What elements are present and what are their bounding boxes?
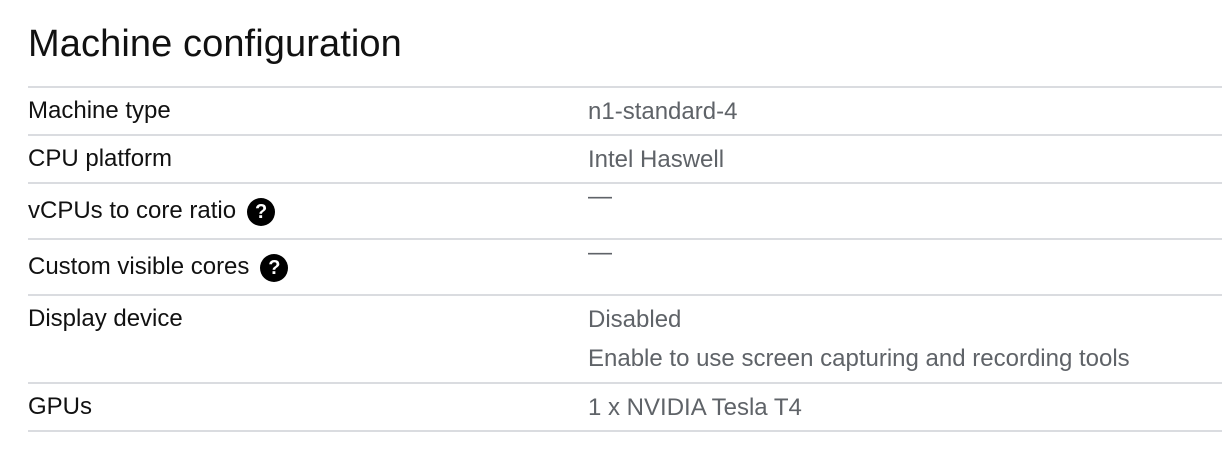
custom-visible-cores-value: —	[588, 239, 612, 266]
help-circle-icon[interactable]: ?	[260, 254, 289, 282]
row-label: Display device	[28, 296, 588, 382]
row-value: Intel Haswell	[588, 136, 1222, 182]
custom-visible-cores-label: Custom visible cores	[28, 253, 250, 280]
display-device-value: Disabled	[588, 306, 682, 333]
row-label: vCPUs to core ratio ?	[28, 184, 588, 238]
row-cpu-platform: CPU platform Intel Haswell	[28, 136, 1222, 184]
gpus-value: 1 x NVIDIA Tesla T4	[588, 394, 802, 421]
row-value: 1 x NVIDIA Tesla T4	[588, 384, 1222, 430]
row-custom-visible-cores: Custom visible cores ? —	[28, 240, 1222, 296]
section-title: Machine configuration	[28, 23, 402, 65]
cpu-platform-value: Intel Haswell	[588, 146, 725, 173]
vcpus-to-core-ratio-value: —	[588, 183, 612, 210]
row-label: Custom visible cores ?	[28, 240, 588, 294]
help-circle-icon[interactable]: ?	[247, 198, 276, 226]
row-value: Disabled Enable to use screen capturing …	[588, 296, 1222, 382]
row-value: n1-standard-4	[588, 88, 1222, 134]
display-device-label: Display device	[28, 305, 183, 332]
vcpus-to-core-ratio-label: vCPUs to core ratio	[28, 197, 237, 224]
row-display-device: Display device Disabled Enable to use sc…	[28, 296, 1222, 384]
machine-configuration-panel: Machine configuration Machine type n1-st…	[28, 0, 1222, 432]
row-value: —	[588, 240, 1222, 294]
cpu-platform-label: CPU platform	[28, 145, 173, 172]
row-machine-type: Machine type n1-standard-4	[28, 88, 1222, 136]
row-value: —	[588, 184, 1222, 238]
machine-type-label: Machine type	[28, 97, 171, 124]
row-gpus: GPUs 1 x NVIDIA Tesla T4	[28, 384, 1222, 432]
row-vcpus-to-core-ratio: vCPUs to core ratio ? —	[28, 184, 1222, 240]
row-label: GPUs	[28, 384, 588, 430]
config-table: Machine type n1-standard-4 CPU platform …	[28, 86, 1222, 432]
machine-type-value: n1-standard-4	[588, 98, 738, 125]
row-label: Machine type	[28, 88, 588, 134]
gpus-label: GPUs	[28, 393, 93, 420]
display-device-description: Enable to use screen capturing and recor…	[588, 345, 1130, 372]
row-label: CPU platform	[28, 136, 588, 182]
